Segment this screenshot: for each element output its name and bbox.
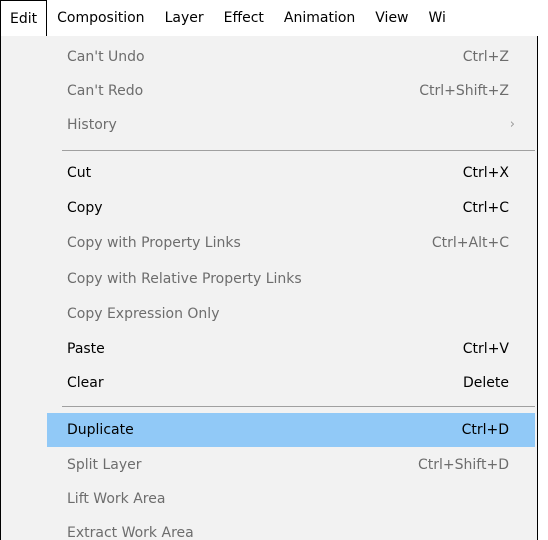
- menu-item-label: Copy with Property Links: [67, 235, 241, 251]
- menu-item-undo[interactable]: Can't Undo Ctrl+Z: [47, 40, 535, 74]
- menu-item-label: Extract Work Area: [67, 525, 194, 540]
- menu-item-label: Lift Work Area: [67, 491, 166, 507]
- menu-item-copy-relative-property-links[interactable]: Copy with Relative Property Links: [47, 262, 535, 296]
- edit-dropdown-menu: Can't Undo Ctrl+Z Can't Redo Ctrl+Shift+…: [0, 36, 538, 540]
- menu-item-label: Copy Expression Only: [67, 306, 220, 322]
- menu-item-shortcut: Ctrl+Alt+C: [431, 235, 509, 251]
- menu-edit[interactable]: Edit: [0, 0, 48, 37]
- menu-item-lift-work-area[interactable]: Lift Work Area: [47, 482, 535, 516]
- menu-separator: [62, 406, 535, 407]
- menu-item-extract-work-area[interactable]: Extract Work Area: [47, 516, 535, 540]
- menu-window[interactable]: Wi: [419, 0, 456, 37]
- menu-item-label: Copy: [67, 200, 103, 216]
- menu-animation[interactable]: Animation: [274, 0, 365, 37]
- menu-bar: Edit Composition Layer Effect Animation …: [0, 0, 548, 37]
- submenu-arrow-icon: ›: [509, 117, 515, 132]
- menu-item-label: History: [67, 117, 117, 133]
- menu-item-label: Paste: [67, 341, 105, 357]
- menu-item-shortcut: Ctrl+Z: [462, 49, 509, 65]
- menu-item-label: Clear: [67, 375, 104, 391]
- menu-item-label: Can't Redo: [67, 83, 144, 99]
- menu-item-duplicate[interactable]: Duplicate Ctrl+D: [47, 413, 535, 447]
- menu-item-split-layer[interactable]: Split Layer Ctrl+Shift+D: [47, 448, 535, 482]
- menu-item-shortcut: Delete: [463, 375, 509, 391]
- menu-item-label: Can't Undo: [67, 49, 145, 65]
- menu-item-copy-property-links[interactable]: Copy with Property Links Ctrl+Alt+C: [47, 226, 535, 260]
- menu-item-shortcut: Ctrl+X: [462, 165, 509, 181]
- menu-item-shortcut: Ctrl+Shift+D: [418, 457, 509, 473]
- menu-separator: [62, 150, 535, 151]
- menu-layer[interactable]: Layer: [155, 0, 214, 37]
- menu-item-cut[interactable]: Cut Ctrl+X: [47, 156, 535, 190]
- menu-item-clear[interactable]: Clear Delete: [47, 366, 535, 400]
- menu-composition[interactable]: Composition: [47, 0, 154, 37]
- menu-item-shortcut: Ctrl+Shift+Z: [419, 83, 509, 99]
- menu-item-label: Copy with Relative Property Links: [67, 271, 302, 287]
- menu-item-shortcut: Ctrl+C: [462, 200, 509, 216]
- menu-item-label: Cut: [67, 165, 92, 181]
- menu-item-copy-expression-only[interactable]: Copy Expression Only: [47, 297, 535, 331]
- menu-item-shortcut: Ctrl+V: [462, 341, 509, 357]
- menu-item-paste[interactable]: Paste Ctrl+V: [47, 332, 535, 366]
- menu-item-redo[interactable]: Can't Redo Ctrl+Shift+Z: [47, 74, 535, 108]
- menu-effect[interactable]: Effect: [214, 0, 274, 37]
- menu-item-history[interactable]: History ›: [47, 108, 535, 142]
- menu-item-copy[interactable]: Copy Ctrl+C: [47, 191, 535, 225]
- menu-item-label: Duplicate: [67, 422, 134, 438]
- menu-item-label: Split Layer: [67, 457, 142, 473]
- menu-item-shortcut: Ctrl+D: [461, 422, 509, 438]
- menu-view[interactable]: View: [365, 0, 418, 37]
